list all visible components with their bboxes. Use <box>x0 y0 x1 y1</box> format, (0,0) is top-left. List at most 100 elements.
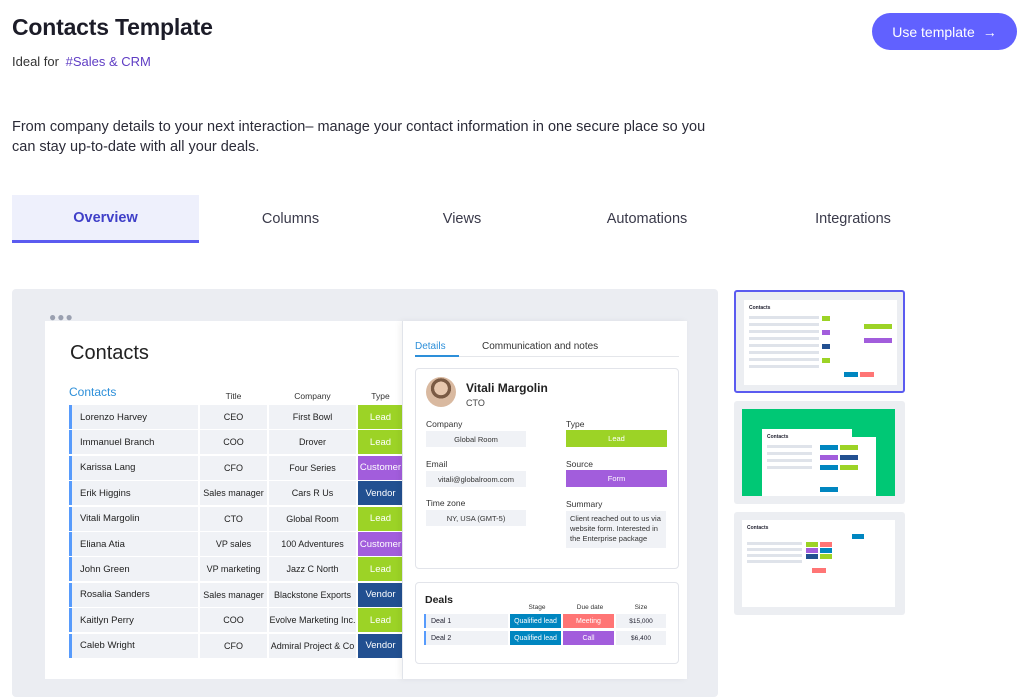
page-title: Contacts Template <box>12 14 213 40</box>
type-status-cell[interactable]: Vendor <box>358 633 403 658</box>
thumbnail-3-title: Contacts <box>747 525 769 531</box>
tab-overview[interactable]: Overview <box>12 195 199 243</box>
company-cell: First Bowl <box>269 405 356 429</box>
timezone-label: Time zone <box>426 498 466 508</box>
contact-name: Vitali Margolin <box>466 381 548 395</box>
column-header-type: Type <box>371 391 390 401</box>
company-cell: Admiral Project & Co <box>269 633 356 658</box>
type-status-chip[interactable]: Lead <box>566 430 667 447</box>
group-label: Contacts <box>69 385 117 399</box>
email-label: Email <box>426 459 448 469</box>
template-tabs: Overview Columns Views Automations Integ… <box>12 195 1017 243</box>
panel-tab-communication[interactable]: Communication and notes <box>482 341 598 352</box>
contact-name-cell: Vitali Margolin <box>69 506 198 531</box>
thumbnail-1[interactable]: Contacts <box>734 290 905 393</box>
use-template-button[interactable]: Use template → <box>872 13 1017 50</box>
title-cell: CFO <box>200 455 267 480</box>
template-description: From company details to your next intera… <box>12 119 706 155</box>
company-cell: Blackstone Exports <box>269 582 356 607</box>
company-cell: Evolve Marketing Inc. <box>269 608 356 633</box>
thumbnail-3-board: Contacts <box>742 520 895 607</box>
table-row[interactable]: Caleb Wright CFO Admiral Project & Co Vendo… <box>69 633 403 658</box>
email-value: vitali@globalroom.com <box>426 471 526 487</box>
company-value: Global Room <box>426 431 526 447</box>
type-status-cell[interactable]: Customer <box>358 532 403 556</box>
panel-tab-active-indicator <box>415 355 459 357</box>
contact-name-cell: Erik Higgins <box>69 481 198 506</box>
thumbnail-1-board: Contacts <box>744 300 897 385</box>
contact-details-card: Vitali Margolin CTO Company Global Room … <box>415 368 679 569</box>
arrow-right-icon: → <box>982 23 997 40</box>
column-header-title: Title <box>225 391 242 401</box>
company-cell: Jazz C North <box>269 557 356 582</box>
company-cell: Global Room <box>269 506 356 531</box>
timezone-value: NY, USA (GMT-5) <box>426 510 526 526</box>
deals-title: Deals <box>425 594 454 606</box>
type-status-cell[interactable]: Lead <box>358 608 403 633</box>
thumbnail-3[interactable]: Contacts <box>734 512 905 615</box>
deal-size-cell: $15,000 <box>616 614 666 628</box>
deals-column-size: Size <box>634 604 648 611</box>
tab-integrations[interactable]: Integrations <box>752 195 954 243</box>
deal-due-chip[interactable]: Call <box>563 631 614 645</box>
table-row[interactable]: Vitali Margolin CTO Global Room Lead <box>69 506 403 531</box>
template-preview: ●●● Contacts Contacts Title Company Type… <box>12 289 718 697</box>
type-status-cell[interactable]: Lead <box>358 405 403 429</box>
contact-name-cell: Kaitlyn Perry <box>69 608 198 633</box>
company-cell: 100 Adventures <box>269 532 356 556</box>
type-status-cell[interactable]: Lead <box>358 430 403 455</box>
type-status-cell[interactable]: Lead <box>358 557 403 582</box>
board-title: Contacts <box>70 342 149 364</box>
deal-due-chip[interactable]: Meeting <box>563 614 614 628</box>
deal-row[interactable]: Deal 1 Qualified lead Meeting $15,000 <box>424 614 666 628</box>
thumbnail-1-title: Contacts <box>749 305 771 311</box>
deal-row[interactable]: Deal 2 Qualified lead Call $6,400 <box>424 631 666 645</box>
contact-name-cell: Caleb Wright <box>69 633 198 658</box>
source-status-chip[interactable]: Form <box>566 470 667 487</box>
contact-detail-panel: Details Communication and notes Vitali M… <box>402 321 687 679</box>
table-row[interactable]: Lorenzo Harvey CEO First Bowl Lead <box>69 405 403 429</box>
contact-name-cell: Immanuel Branch <box>69 430 198 455</box>
deals-column-due-date: Due date <box>576 604 604 611</box>
table-row[interactable]: Kaitlyn Perry COO Evolve Marketing Inc. Lea… <box>69 608 403 633</box>
deals-column-stage: Stage <box>528 604 546 611</box>
thumbnail-2-title: Contacts <box>767 434 789 440</box>
company-cell: Drover <box>269 430 356 455</box>
company-cell: Four Series <box>269 455 356 480</box>
tab-views[interactable]: Views <box>382 195 542 243</box>
sales-crm-tag-link[interactable]: #Sales & CRM <box>66 54 151 69</box>
table-row[interactable]: Immanuel Branch COO Drover Lead <box>69 430 403 455</box>
deal-size-cell: $6,400 <box>616 631 666 645</box>
contact-name-cell: Karissa Lang <box>69 455 198 480</box>
title-cell: CFO <box>200 633 267 658</box>
thumbnail-2[interactable]: Contacts <box>734 401 905 504</box>
title-cell: VP sales <box>200 532 267 556</box>
type-status-cell[interactable]: Vendor <box>358 582 403 607</box>
contact-name-cell: Lorenzo Harvey <box>69 405 198 429</box>
contact-role: CTO <box>466 398 485 408</box>
type-status-cell[interactable]: Customer <box>358 455 403 480</box>
deal-stage-chip[interactable]: Qualified lead <box>510 631 561 645</box>
ideal-for: Ideal for #Sales & CRM <box>12 54 151 69</box>
tab-columns[interactable]: Columns <box>199 195 382 243</box>
source-label: Source <box>566 459 593 469</box>
deal-name-cell: Deal 2 <box>424 631 508 645</box>
title-cell: VP marketing <box>200 557 267 582</box>
type-status-cell[interactable]: Lead <box>358 506 403 531</box>
tab-automations[interactable]: Automations <box>542 195 752 243</box>
deal-name-cell: Deal 1 <box>424 614 508 628</box>
title-cell: CEO <box>200 405 267 429</box>
table-row[interactable]: Karissa Lang CFO Four Series Customer <box>69 455 403 480</box>
table-row[interactable]: Eliana Atia VP sales 100 Adventures Custome… <box>69 532 403 556</box>
table-row[interactable]: John Green VP marketing Jazz C North Lead <box>69 557 403 582</box>
deal-stage-chip[interactable]: Qualified lead <box>510 614 561 628</box>
type-status-cell[interactable]: Vendor <box>358 481 403 506</box>
title-cell: COO <box>200 608 267 633</box>
table-row[interactable]: Erik Higgins Sales manager Cars R Us Vendor <box>69 481 403 506</box>
panel-tab-details[interactable]: Details <box>415 341 446 352</box>
deals-card: Deals Stage Due date Size Deal 1 Qualifie… <box>415 582 679 664</box>
summary-value: Client reached out to us via website for… <box>566 511 666 548</box>
company-cell: Cars R Us <box>269 481 356 506</box>
title-cell: Sales manager <box>200 582 267 607</box>
table-row[interactable]: Rosalia Sanders Sales manager Blackstone E… <box>69 582 403 607</box>
